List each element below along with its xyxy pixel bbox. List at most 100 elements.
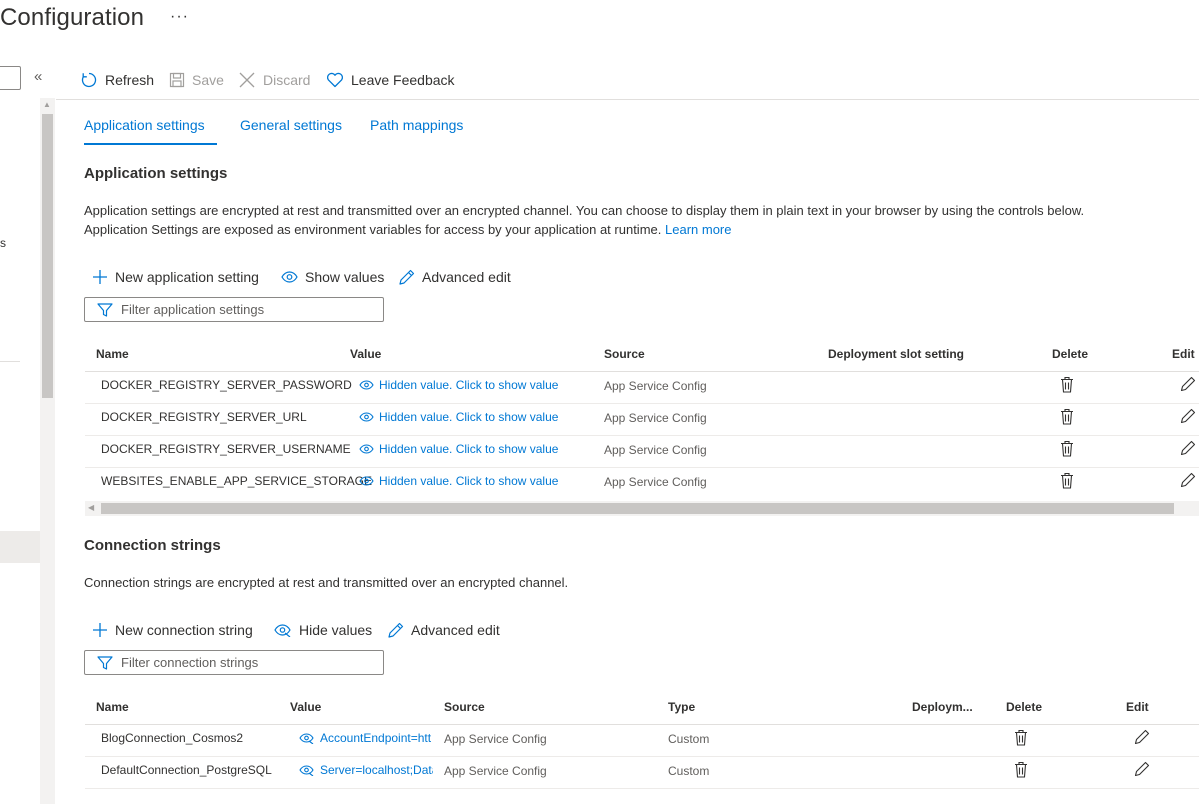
- pencil-icon: [1134, 761, 1150, 777]
- setting-source: App Service Config: [604, 475, 707, 489]
- tab-path-mappings[interactable]: Path mappings: [370, 117, 463, 133]
- left-nav-scroll-thumb[interactable]: [42, 114, 53, 398]
- delete-button[interactable]: [1014, 761, 1028, 778]
- filter-connection-strings-input[interactable]: Filter connection strings: [84, 650, 384, 675]
- cs-col-header-edit[interactable]: Edit: [1126, 700, 1149, 714]
- table-row[interactable]: BlogConnection_Cosmos2 AccountEndpoint=h…: [85, 725, 1199, 757]
- more-options-button[interactable]: ···: [170, 8, 189, 26]
- cs-col-header-type[interactable]: Type: [668, 700, 695, 714]
- app-settings-desc-line2: Application Settings are exposed as envi…: [84, 222, 662, 237]
- scroll-left-arrow-icon[interactable]: ◀: [88, 503, 94, 512]
- table-row[interactable]: DOCKER_REGISTRY_SERVER_USERNAME Hidden v…: [85, 436, 1199, 468]
- delete-button[interactable]: [1060, 440, 1074, 457]
- new-application-setting-button[interactable]: New application setting: [92, 266, 259, 288]
- left-nav-selected-item[interactable]: [0, 531, 40, 563]
- table-row[interactable]: DefaultConnection_PostgreSQL Server=loca…: [85, 757, 1199, 789]
- delete-button[interactable]: [1060, 376, 1074, 393]
- left-nav-item-text[interactable]: s: [0, 236, 6, 250]
- cs-col-header-name[interactable]: Name: [96, 700, 129, 714]
- heart-icon: [326, 72, 344, 88]
- discard-button[interactable]: Discard: [238, 69, 310, 91]
- pencil-icon: [387, 622, 404, 639]
- advanced-edit-button[interactable]: Advanced edit: [398, 266, 511, 288]
- eye-icon: [359, 380, 374, 390]
- feedback-label: Leave Feedback: [351, 72, 455, 88]
- col-header-deployment-slot[interactable]: Deployment slot setting: [828, 347, 964, 361]
- advanced-edit-connection-label: Advanced edit: [411, 622, 500, 638]
- cs-col-header-deployment[interactable]: Deploym...: [912, 700, 973, 714]
- show-values-button[interactable]: Show values: [281, 266, 384, 288]
- value-text: Hidden value. Click to show value: [379, 410, 559, 424]
- learn-more-link[interactable]: Learn more: [665, 222, 731, 237]
- new-connection-string-button[interactable]: New connection string: [92, 619, 253, 641]
- left-search-input[interactable]: [0, 66, 21, 90]
- connection-type: Custom: [668, 764, 710, 778]
- cs-col-header-value[interactable]: Value: [290, 700, 321, 714]
- value-text: Hidden value. Click to show value: [379, 378, 559, 392]
- eye-icon: [281, 271, 298, 283]
- cs-col-header-delete[interactable]: Delete: [1006, 700, 1042, 714]
- setting-name: DOCKER_REGISTRY_SERVER_PASSWORD: [101, 378, 352, 392]
- tab-selected-indicator: [84, 143, 217, 145]
- table-row[interactable]: DOCKER_REGISTRY_SERVER_PASSWORD Hidden v…: [85, 372, 1199, 404]
- edit-button[interactable]: [1180, 440, 1196, 456]
- trash-icon: [1060, 472, 1074, 489]
- filter-application-settings-input[interactable]: Filter application settings: [84, 297, 384, 322]
- delete-button[interactable]: [1014, 729, 1028, 746]
- col-header-edit[interactable]: Edit: [1172, 347, 1195, 361]
- row-divider: [85, 788, 1199, 789]
- eye-icon: [359, 476, 374, 486]
- trash-icon: [1060, 440, 1074, 457]
- delete-button[interactable]: [1060, 472, 1074, 489]
- show-value-link[interactable]: Hidden value. Click to show value: [359, 378, 558, 392]
- trash-icon: [1060, 408, 1074, 425]
- trash-icon: [1060, 376, 1074, 393]
- edit-button[interactable]: [1134, 729, 1150, 745]
- new-connection-string-label: New connection string: [115, 622, 253, 638]
- refresh-button[interactable]: Refresh: [80, 69, 154, 91]
- pencil-icon: [1180, 408, 1196, 424]
- table-row[interactable]: DOCKER_REGISTRY_SERVER_URL Hidden value.…: [85, 404, 1199, 436]
- connection-source: App Service Config: [444, 732, 547, 746]
- refresh-label: Refresh: [105, 72, 155, 88]
- edit-button[interactable]: [1180, 472, 1196, 488]
- connection-value-link[interactable]: Server=localhost;Data: [299, 763, 433, 777]
- table-scroll-thumb[interactable]: [101, 503, 1174, 514]
- tab-application-settings[interactable]: Application settings: [84, 117, 205, 133]
- col-header-value[interactable]: Value: [350, 347, 381, 361]
- col-header-name[interactable]: Name: [96, 347, 129, 361]
- hide-values-button[interactable]: Hide values: [274, 619, 372, 641]
- left-nav-divider: [0, 361, 20, 362]
- collapse-nav-button[interactable]: «: [34, 68, 42, 85]
- col-header-delete[interactable]: Delete: [1052, 347, 1088, 361]
- refresh-icon: [80, 71, 98, 89]
- edit-button[interactable]: [1134, 761, 1150, 777]
- value-text: Hidden value. Click to show value: [379, 474, 559, 488]
- advanced-edit-connection-button[interactable]: Advanced edit: [387, 619, 500, 641]
- edit-button[interactable]: [1180, 376, 1196, 392]
- connection-strings-description: Connection strings are encrypted at rest…: [84, 575, 569, 590]
- page-title: Configuration: [0, 4, 145, 31]
- save-label: Save: [192, 72, 224, 88]
- tab-general-settings[interactable]: General settings: [240, 117, 342, 133]
- connection-name: DefaultConnection_PostgreSQL: [101, 763, 272, 777]
- show-value-link[interactable]: Hidden value. Click to show value: [359, 410, 558, 424]
- scroll-up-arrow-icon[interactable]: ▲: [43, 100, 51, 109]
- eye-hide-icon: [299, 732, 315, 744]
- delete-button[interactable]: [1060, 408, 1074, 425]
- col-header-source[interactable]: Source: [604, 347, 645, 361]
- value-text: Hidden value. Click to show value: [379, 442, 559, 456]
- toolbar-divider: [56, 99, 1199, 100]
- show-value-link[interactable]: Hidden value. Click to show value: [359, 474, 558, 488]
- leave-feedback-button[interactable]: Leave Feedback: [326, 69, 455, 91]
- setting-source: App Service Config: [604, 443, 707, 457]
- app-settings-description: Application settings are encrypted at re…: [84, 201, 1194, 239]
- value-text: Server=localhost;Data: [320, 763, 433, 777]
- connection-value-link[interactable]: AccountEndpoint=htt: [299, 731, 433, 745]
- save-button[interactable]: Save: [169, 69, 224, 91]
- filter-connection-strings-placeholder: Filter connection strings: [121, 655, 259, 670]
- show-value-link[interactable]: Hidden value. Click to show value: [359, 442, 558, 456]
- table-row[interactable]: WEBSITES_ENABLE_APP_SERVICE_STORAGE Hidd…: [85, 468, 1199, 500]
- edit-button[interactable]: [1180, 408, 1196, 424]
- cs-col-header-source[interactable]: Source: [444, 700, 485, 714]
